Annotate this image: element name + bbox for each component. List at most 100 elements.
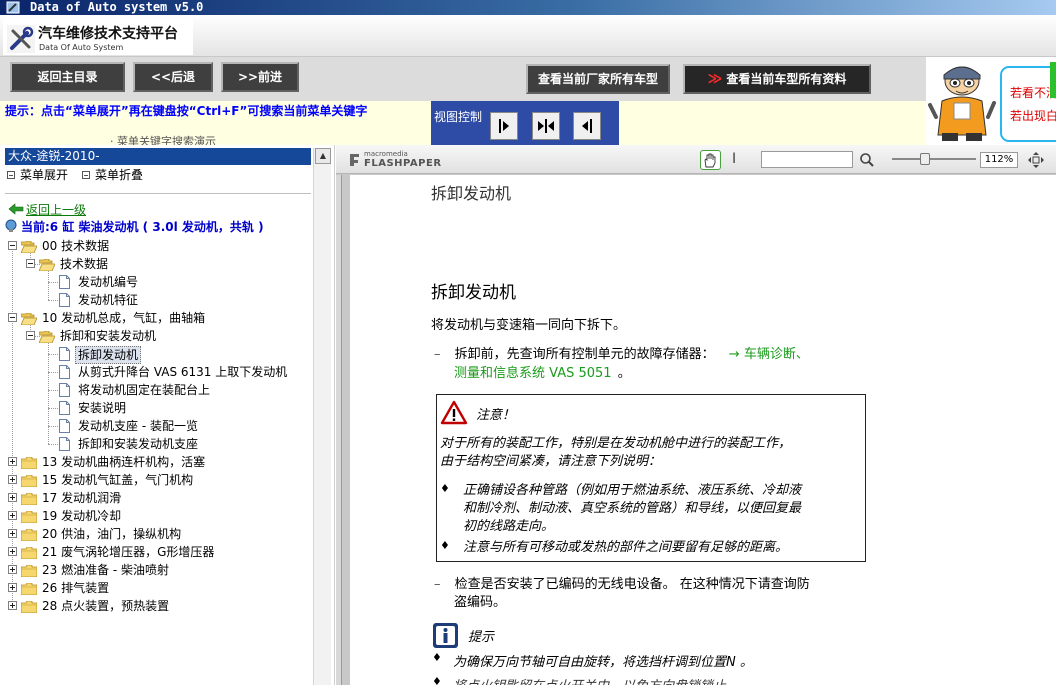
tree-folder-item[interactable]: 28 点火装置，预热装置 [0,597,310,615]
tree-document-item[interactable]: 安装说明 [0,399,310,417]
section-heading: 拆卸发动机 [431,283,516,303]
tree-document-item[interactable]: 发动机支座 - 装配一览 [0,417,310,435]
bullet-icon: ♦ [440,482,450,495]
expand-plus-icon[interactable] [8,583,17,592]
expand-left-button[interactable] [490,112,518,140]
collapse-minus-icon[interactable] [8,313,17,322]
warning-icon [440,400,468,425]
back-level-link[interactable]: 返回上一级 [8,202,86,218]
search-hint: 提示：点击“菜单展开”再在键盘按“Ctrl+F”可搜索当前菜单关键字 [5,104,368,118]
tree-document-item[interactable]: 从剪式升降台 VAS 6131 上取下发动机 [0,363,310,381]
menu-panel: 大众-途锐-2010- ▲ 菜单展开 菜单折叠 返回上一级 当前:6 缸 柴油发… [0,145,335,685]
brand-main: FLASHPAPER [364,158,442,169]
tree-folder-item[interactable]: 23 燃油准备 - 柴油喷射 [0,561,310,579]
folder-icon [20,600,38,614]
help-mascot: 若看不清 若出现白 [926,57,1056,145]
tree-folder-item[interactable]: 技术数据 [0,255,310,273]
tree-folder-item[interactable]: 19 发动机冷却 [0,507,310,525]
tree-item-label: 28 点火装置，预热装置 [42,599,170,613]
tree-document-item[interactable]: 拆卸发动机 [0,345,310,364]
notice-bullet-1-line-3: 初的线路走向。 [463,519,555,534]
folder-icon [20,510,38,524]
hand-tool-button[interactable] [700,150,721,170]
collapse-menu-button[interactable]: 菜单折叠 [82,167,143,183]
tree-folder-item[interactable]: 15 发动机气缸盖，气门机构 [0,471,310,489]
tree-document-item[interactable]: 拆卸和安装发动机支座 [0,435,310,453]
all-data-button[interactable]: ≫ 查看当前车型所有资料 [683,64,871,94]
app-icon [6,1,20,14]
notice-box: 注意！ 对于所有的装配工作，特别是在发动机舱中进行的装配工作， 由于结构空间紧凑… [436,394,866,562]
double-arrow-icon: ≫ [707,71,723,87]
notice-bullet-2: 注意与所有可移动或发热的部件之间要留有足够的距离。 [463,540,789,555]
tree-folder-item[interactable]: 拆卸和安装发动机 [0,327,310,345]
app-header: 汽车维修技术支持平台 Data Of Auto System [0,15,1056,57]
viewer-toolbar: macromedia FLASHPAPER I 112% [336,145,1056,174]
step-2-line-1: 检查是否安装了已编码的无线电设备。 在这种情况下请查询防 [454,577,810,592]
fit-page-icon[interactable] [1027,151,1045,169]
window-title: Data of Auto system v5.0 [30,0,204,14]
tree-folder-item[interactable]: 00 技术数据 [0,237,310,255]
folder-open-icon [20,240,38,254]
bullet-icon: ♦ [432,651,442,664]
document-icon [59,383,70,397]
back-button[interactable]: <<后退 [133,62,213,92]
menu-scrollbar[interactable]: ▲ [313,148,331,685]
collapse-minus-icon[interactable] [26,331,35,340]
bullet-icon: ♦ [432,675,442,685]
minus-box-icon [7,171,15,179]
tree-document-item[interactable]: 发动机编号 [0,273,310,291]
expand-plus-icon[interactable] [8,565,17,574]
expand-menu-button[interactable]: 菜单展开 [7,167,68,183]
split-view-button[interactable] [532,112,560,140]
tree-item-label: 拆卸和安装发动机 [60,329,157,343]
tree-document-item[interactable]: 将发动机固定在装配台上 [0,381,310,399]
tree-folder-item[interactable]: 13 发动机曲柄连杆机构，活塞 [0,453,310,471]
logo: 汽车维修技术支持平台 Data Of Auto System [3,18,193,55]
side-tab[interactable] [1050,62,1056,98]
zoom-slider-handle[interactable] [920,153,930,165]
brand-top: macromedia [364,150,408,158]
tree-folder-item[interactable]: 20 供油，油门，操纵机构 [0,525,310,543]
expand-plus-icon[interactable] [8,601,17,610]
home-button[interactable]: 返回主目录 [10,62,125,92]
back-level-label: 返回上一级 [26,203,87,217]
folder-open-icon [20,312,38,326]
zoom-level[interactable]: 112% [980,152,1018,168]
tree-folder-item[interactable]: 21 废气涡轮增压器，G形增压器 [0,543,310,561]
tree-folder-item[interactable]: 10 发动机总成，气缸，曲轴箱 [0,309,310,327]
tree-item-label: 20 供油，油门，操纵机构 [42,527,182,541]
vas-link[interactable]: 测量和信息系统 VAS 5051 [454,366,612,381]
scroll-up-arrow-icon[interactable]: ▲ [315,148,331,164]
bubble-line-2: 若出现白 [1010,109,1056,123]
expand-right-button[interactable] [573,112,601,140]
tree-item-label: 26 排气装置 [42,581,110,595]
tree-folder-item[interactable]: 26 排气装置 [0,579,310,597]
expand-plus-icon[interactable] [8,547,17,556]
tree-document-item[interactable]: 发动机特征 [0,291,310,309]
zoom-slider-track[interactable] [892,158,976,160]
expand-plus-icon[interactable] [8,475,17,484]
text-select-icon[interactable]: I [732,151,736,167]
all-models-button[interactable]: 查看当前厂家所有车型 [526,64,670,94]
expand-plus-icon[interactable] [8,511,17,520]
expand-plus-icon[interactable] [8,457,17,466]
tree-item-label: 15 发动机气缸盖，气门机构 [42,473,194,487]
hand-icon [704,153,716,168]
forward-button[interactable]: >>前进 [221,62,299,92]
expand-plus-icon[interactable] [8,529,17,538]
search-icon[interactable] [859,152,875,168]
expand-menu-label: 菜单展开 [20,168,69,182]
search-demo-text: · 菜单关键字搜索演示 [110,135,216,145]
collapse-minus-icon[interactable] [8,241,17,250]
expand-plus-icon[interactable] [8,493,17,502]
collapse-minus-icon[interactable] [26,259,35,268]
split-arrows-icon [538,119,554,133]
tree-folder-item[interactable]: 17 发动机润滑 [0,489,310,507]
model-name: 大众-途锐-2010- [5,148,311,165]
viewer-search-input[interactable] [761,151,853,168]
title-bar: Data of Auto system v5.0 [0,0,1056,15]
dash: – [434,347,441,362]
diagnosis-link[interactable]: → 车辆诊断、 [729,347,809,362]
current-section-label: 当前:6 缸 柴油发动机 ( 3.0l 发动机，共轨 ) [21,220,264,234]
all-data-label: 查看当前车型所有资料 [726,72,847,86]
